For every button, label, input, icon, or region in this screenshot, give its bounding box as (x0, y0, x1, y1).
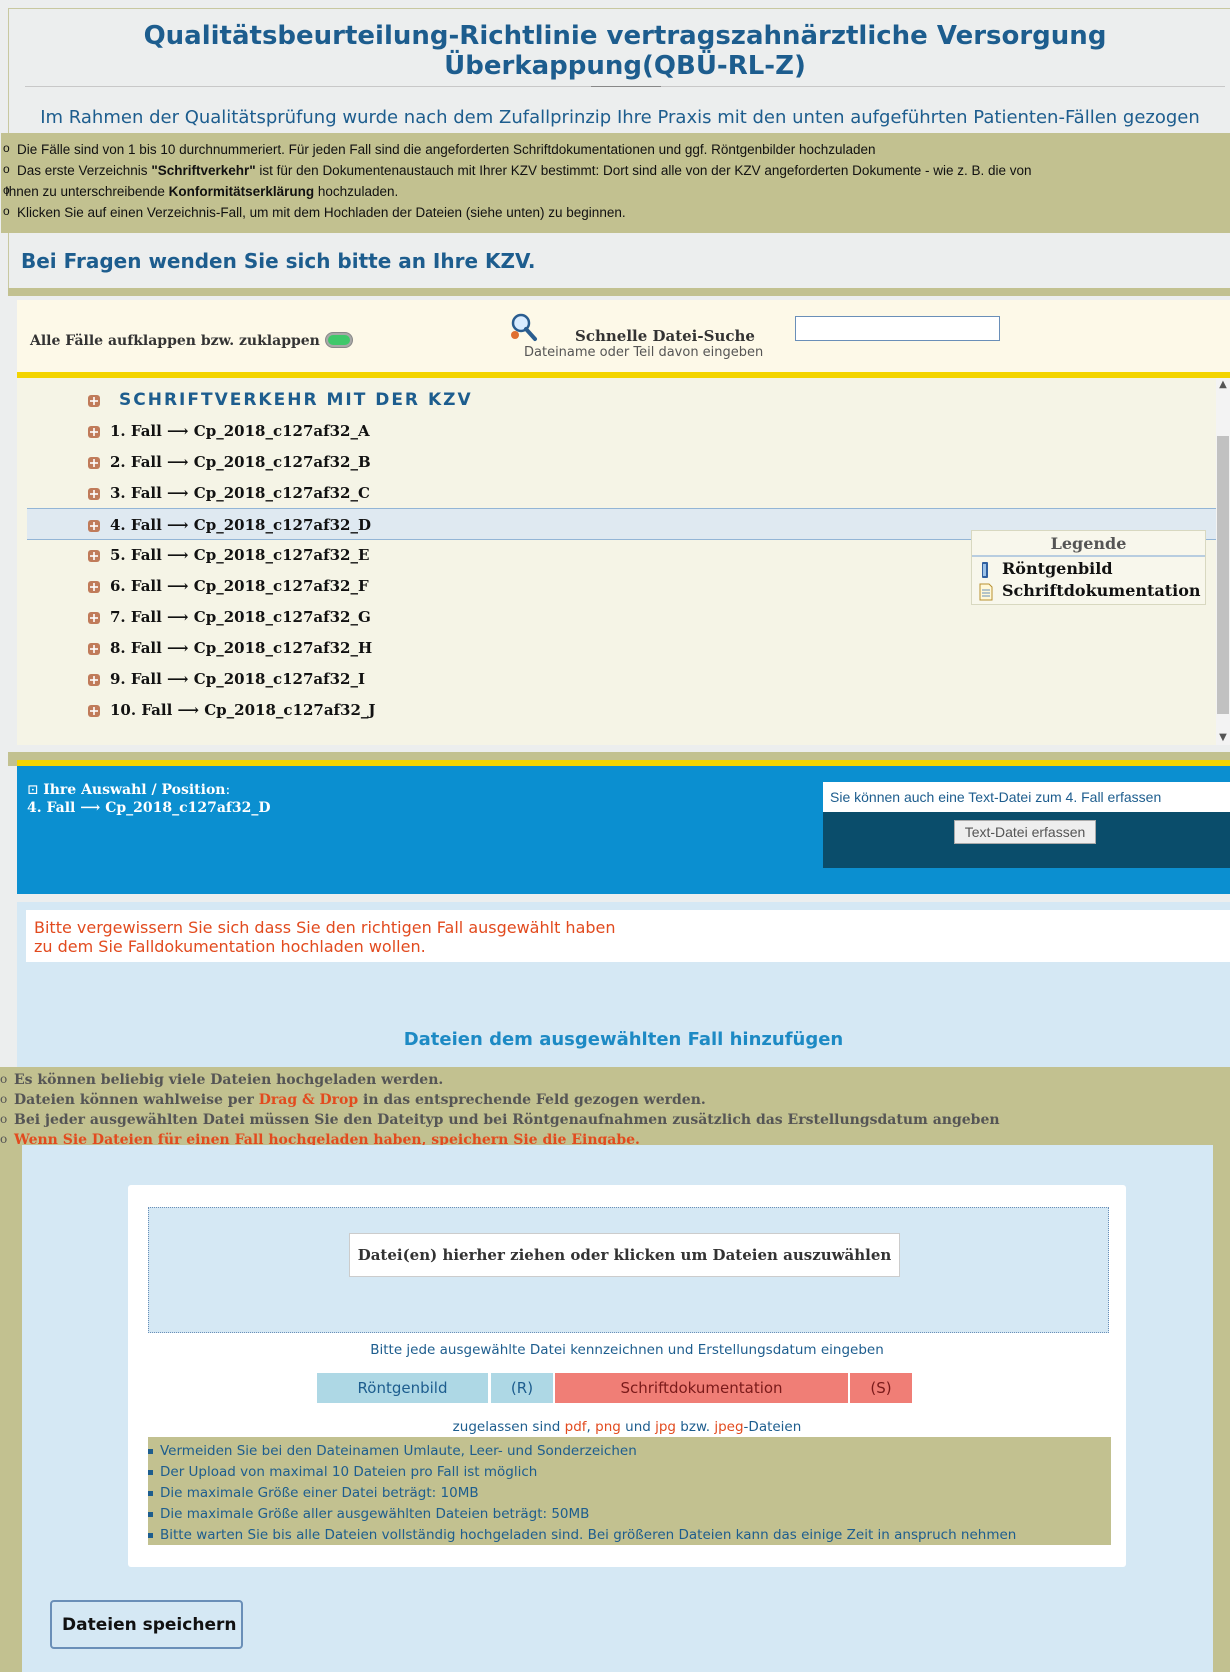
folder-expand-icon (88, 612, 100, 624)
tree-node-label: 3. Fall ⟶ Cp_2018_c127af32_C (110, 484, 370, 502)
search-hint: Dateiname oder Teil davon eingeben (524, 345, 764, 360)
page-subtitle: Im Rahmen der Qualitätsprüfung wurde nac… (40, 107, 1200, 128)
filetype-xray-label: Röntgenbild (317, 1373, 488, 1403)
kzv-contact-note: Bei Fragen wenden Sie sich bitte an Ihre… (21, 249, 536, 273)
folder-expand-icon (88, 581, 100, 593)
folder-expand-icon (88, 550, 100, 562)
expand-all-label: Alle Fälle aufklappen bzw. zuklappen (30, 333, 320, 349)
upload-info-item: Dateien können wahlweise per Drag & Drop… (0, 1092, 706, 1108)
filetype-xray-key: (R) (491, 1373, 553, 1403)
upload-info-item: Es können beliebig viele Dateien hochgel… (0, 1072, 443, 1088)
scroll-up-icon[interactable]: ▲ (1217, 378, 1229, 392)
tree-node-label: SCHRIFTVERKEHR MIT DER KZV (119, 390, 473, 410)
tree-node-case[interactable]: 7. Fall ⟶ Cp_2018_c127af32_G (27, 601, 1217, 633)
tree-node-label: 7. Fall ⟶ Cp_2018_c127af32_G (110, 608, 371, 626)
tree-node-label: 9. Fall ⟶ Cp_2018_c127af32_I (110, 670, 365, 688)
tree-toolbar: Alle Fälle aufklappen bzw. zuklappen Sch… (17, 300, 1230, 372)
tree-node-case[interactable]: 2. Fall ⟶ Cp_2018_c127af32_B (27, 446, 1217, 478)
case-warning: Bitte vergewissern Sie sich dass Sie den… (26, 910, 1230, 962)
info-item: Klicken Sie auf einen Verzeichnis-Fall, … (3, 201, 1230, 223)
tree-scrollbar[interactable]: ▲ ▼ (1216, 378, 1230, 745)
legend-box: Legende Röntgenbild Schriftdokumentation (971, 530, 1206, 605)
page-title: Qualitätsbeurteilung-Richtlinie vertrags… (143, 21, 1107, 81)
tree-node-case[interactable]: 8. Fall ⟶ Cp_2018_c127af32_H (27, 632, 1217, 664)
rule-item: Bitte warten Sie bis alle Dateien vollst… (148, 1525, 1111, 1546)
selection-panel: ⊡ Ihre Auswahl / Position: 4. Fall ⟶ Cp_… (17, 766, 1230, 894)
rule-item: Die maximale Größe einer Datei beträgt: … (148, 1483, 1111, 1504)
upload-card: Datei(en) hierher ziehen oder klicken um… (128, 1185, 1126, 1567)
folder-expand-icon (88, 643, 100, 655)
folder-expand-icon (88, 674, 100, 686)
create-textfile-button[interactable]: Text-Datei erfassen (954, 820, 1096, 844)
scroll-down-icon[interactable]: ▼ (1217, 731, 1229, 745)
rule-item: Vermeiden Sie bei den Dateinamen Umlaute… (148, 1441, 1111, 1462)
upload-heading: Dateien dem ausgewählten Fall hinzufügen (403, 1029, 844, 1050)
legend-title: Legende (972, 534, 1205, 557)
title-divider (25, 86, 1225, 87)
section-divider (8, 288, 1230, 296)
tree-node-label: 2. Fall ⟶ Cp_2018_c127af32_B (110, 453, 371, 471)
folder-expand-icon (88, 705, 100, 717)
folder-expand-icon (88, 426, 100, 438)
info-item: Die Fälle sind von 1 bis 10 durchnummeri… (3, 138, 1230, 160)
tree-node-case[interactable]: 1. Fall ⟶ Cp_2018_c127af32_A (27, 415, 1217, 447)
folder-expand-icon (88, 395, 100, 407)
textfile-box: Sie können auch eine Text-Datei zum 4. F… (823, 782, 1230, 868)
tree-node-label: 5. Fall ⟶ Cp_2018_c127af32_E (110, 546, 370, 564)
folder-expand-icon (88, 488, 100, 500)
filetype-doc-key: (S) (850, 1373, 912, 1403)
tree-node-correspondence[interactable]: SCHRIFTVERKEHR MIT DER KZV (27, 384, 1217, 416)
search-label: Schnelle Datei-Suche (575, 327, 755, 345)
magnifier-icon (511, 313, 537, 341)
selection-value: 4. Fall ⟶ Cp_2018_c127af32_D (27, 800, 271, 816)
folder-expand-icon (88, 520, 100, 532)
upload-rules: Vermeiden Sie bei den Dateinamen Umlaute… (148, 1437, 1111, 1545)
upload-info-item: Bei jeder ausgewählten Datei müssen Sie … (0, 1112, 1000, 1128)
rule-item: Die maximale Größe aller ausgewählten Da… (148, 1504, 1111, 1525)
filetype-doc-label: Schriftdokumentation (555, 1373, 848, 1403)
save-files-button[interactable]: Dateien speichern (50, 1600, 243, 1649)
tree-node-label: 10. Fall ⟶ Cp_2018_c127af32_J (110, 701, 376, 719)
file-search-input[interactable] (795, 316, 1000, 341)
rule-item: Der Upload von maximal 10 Dateien pro Fa… (148, 1462, 1111, 1483)
expand-all-toggle[interactable] (325, 332, 353, 348)
tree-node-label: 1. Fall ⟶ Cp_2018_c127af32_A (110, 422, 370, 440)
tree-node-case[interactable]: 3. Fall ⟶ Cp_2018_c127af32_C (27, 477, 1217, 509)
info-item-continued: Ihnen zu unterschreibende Konformitätser… (3, 180, 1230, 202)
selection-label: ⊡ Ihre Auswahl / Position: (27, 782, 231, 798)
page-header: Qualitätsbeurteilung-Richtlinie vertrags… (1, 8, 1230, 290)
scrollbar-thumb[interactable] (1217, 436, 1229, 714)
tree-node-label: 4. Fall ⟶ Cp_2018_c127af32_D (110, 516, 371, 534)
tree-node-label: 8. Fall ⟶ Cp_2018_c127af32_H (110, 639, 373, 657)
select-files-button[interactable]: Datei(en) hierher ziehen oder klicken um… (349, 1233, 900, 1277)
info-item: Das erste Verzeichnis "Schriftverkehr" i… (3, 159, 1230, 181)
tree-node-case[interactable]: 9. Fall ⟶ Cp_2018_c127af32_I (27, 663, 1217, 695)
file-dropzone[interactable]: Datei(en) hierher ziehen oder klicken um… (148, 1207, 1109, 1333)
tree-node-label: 6. Fall ⟶ Cp_2018_c127af32_F (110, 577, 369, 595)
info-box: Die Fälle sind von 1 bis 10 durchnummeri… (1, 133, 1230, 233)
folder-expand-icon (88, 457, 100, 469)
section-divider (8, 752, 1230, 766)
tree-node-case[interactable]: 10. Fall ⟶ Cp_2018_c127af32_J (27, 694, 1217, 726)
textfile-hint: Sie können auch eine Text-Datei zum 4. F… (823, 782, 1230, 812)
mark-files-hint: Bitte jede ausgewählte Datei kennzeichne… (370, 1342, 884, 1358)
xray-icon (982, 562, 988, 578)
allowed-filetypes: zugelassen sind pdf, png und jpg bzw. jp… (452, 1419, 802, 1435)
document-icon (979, 583, 993, 601)
